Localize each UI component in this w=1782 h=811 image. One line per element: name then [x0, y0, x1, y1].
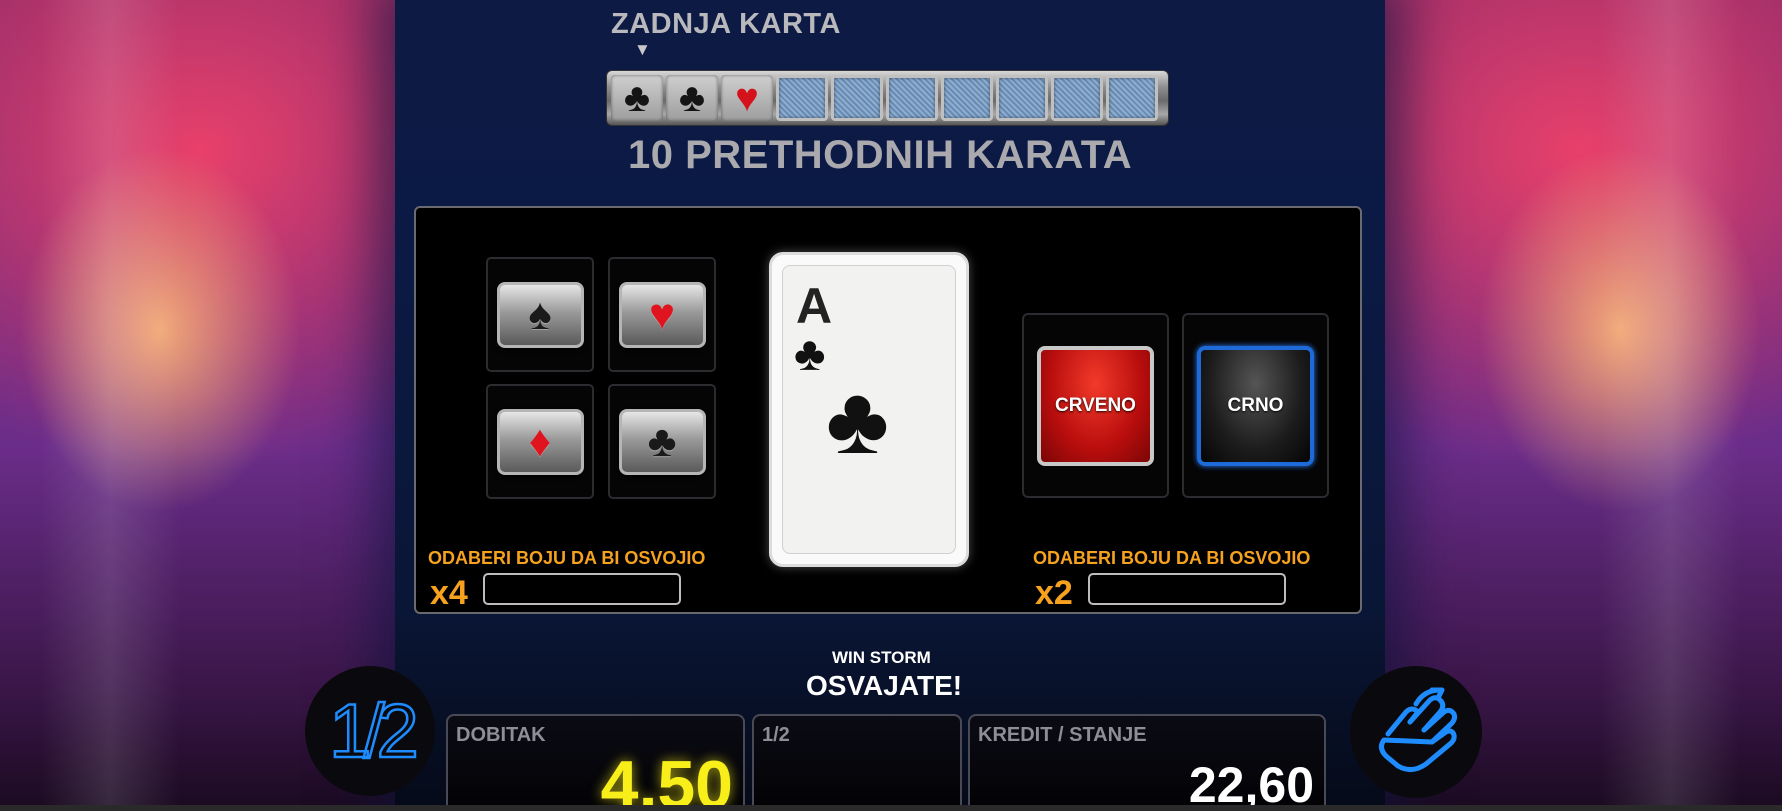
color-multiplier: x2: [1035, 574, 1073, 612]
win-label: DOBITAK: [456, 724, 546, 746]
color-win-field: [1088, 573, 1286, 605]
credit-value: 22,60: [1188, 757, 1314, 811]
gamble-half-button[interactable]: 1/2: [305, 666, 435, 796]
win-value: 4,50: [600, 747, 733, 811]
history-card: ♣: [666, 75, 718, 121]
status-message: OSVAJATE!: [806, 670, 963, 701]
club-icon: ♣: [647, 416, 677, 466]
light-streak: [40, 0, 180, 811]
history-card-back: [831, 75, 883, 121]
club-icon: ♣: [623, 76, 651, 120]
suit-multiplier: x4: [430, 574, 468, 612]
club-icon: ♣: [794, 328, 826, 381]
light-streak: [1600, 0, 1740, 811]
spade-icon: ♠: [528, 289, 552, 339]
suit-win-field: [483, 573, 681, 605]
current-card: A ♣ ♣: [769, 252, 969, 567]
black-button[interactable]: CRNO: [1197, 345, 1314, 466]
card-rank: A: [796, 278, 833, 334]
credit-label: KREDIT / STANJE: [978, 724, 1147, 746]
down-arrow-icon: ▼: [634, 40, 651, 59]
card-history-bar: ♣ ♣ ♥: [606, 70, 1169, 126]
color-pick-prompt: ODABERI BOJU DA BI OSVOJIO: [1033, 548, 1311, 568]
last-card-label: ZADNJA KARTA: [611, 8, 841, 40]
color-cell-black: CRNO: [1182, 313, 1329, 498]
history-card-back: [1106, 75, 1158, 121]
history-card-back: [1051, 75, 1103, 121]
spades-button[interactable]: ♠: [496, 281, 584, 348]
history-card-back: [776, 75, 828, 121]
club-icon: ♣: [826, 367, 889, 474]
half-box: 1/2: [752, 714, 962, 811]
heart-icon: ♥: [735, 76, 759, 120]
half-label: 1/2: [762, 724, 790, 746]
collect-button[interactable]: [1350, 666, 1482, 798]
diamonds-button[interactable]: ♦: [496, 408, 584, 475]
history-card-back: [941, 75, 993, 121]
game-name: WIN STORM: [832, 648, 931, 667]
suit-pick-prompt: ODABERI BOJU DA BI OSVOJIO: [428, 548, 706, 568]
suit-cell-diamonds: ♦: [486, 384, 594, 499]
suit-cell-hearts: ♥: [608, 257, 716, 372]
red-button[interactable]: CRVENO: [1037, 345, 1154, 466]
hearts-button[interactable]: ♥: [618, 281, 706, 348]
suit-cell-clubs: ♣: [608, 384, 716, 499]
heart-icon: ♥: [648, 289, 676, 339]
clubs-button[interactable]: ♣: [618, 408, 706, 475]
history-card-back: [996, 75, 1048, 121]
history-card: ♣: [611, 75, 663, 121]
gamble-half-label: 1/2: [328, 687, 420, 775]
bottom-strip: [0, 805, 1782, 811]
hand-icon: [1378, 687, 1458, 772]
history-card-back: [886, 75, 938, 121]
club-icon: ♣: [678, 76, 706, 120]
previous-cards-label: 10 PRETHODNIH KARATA: [628, 133, 1133, 177]
color-cell-red: CRVENO: [1022, 313, 1169, 498]
win-box: DOBITAK 4,50: [446, 714, 745, 811]
suit-cell-spades: ♠: [486, 257, 594, 372]
diamond-icon: ♦: [528, 416, 552, 466]
credit-box: KREDIT / STANJE 22,60: [968, 714, 1326, 811]
history-card: ♥: [721, 75, 773, 121]
